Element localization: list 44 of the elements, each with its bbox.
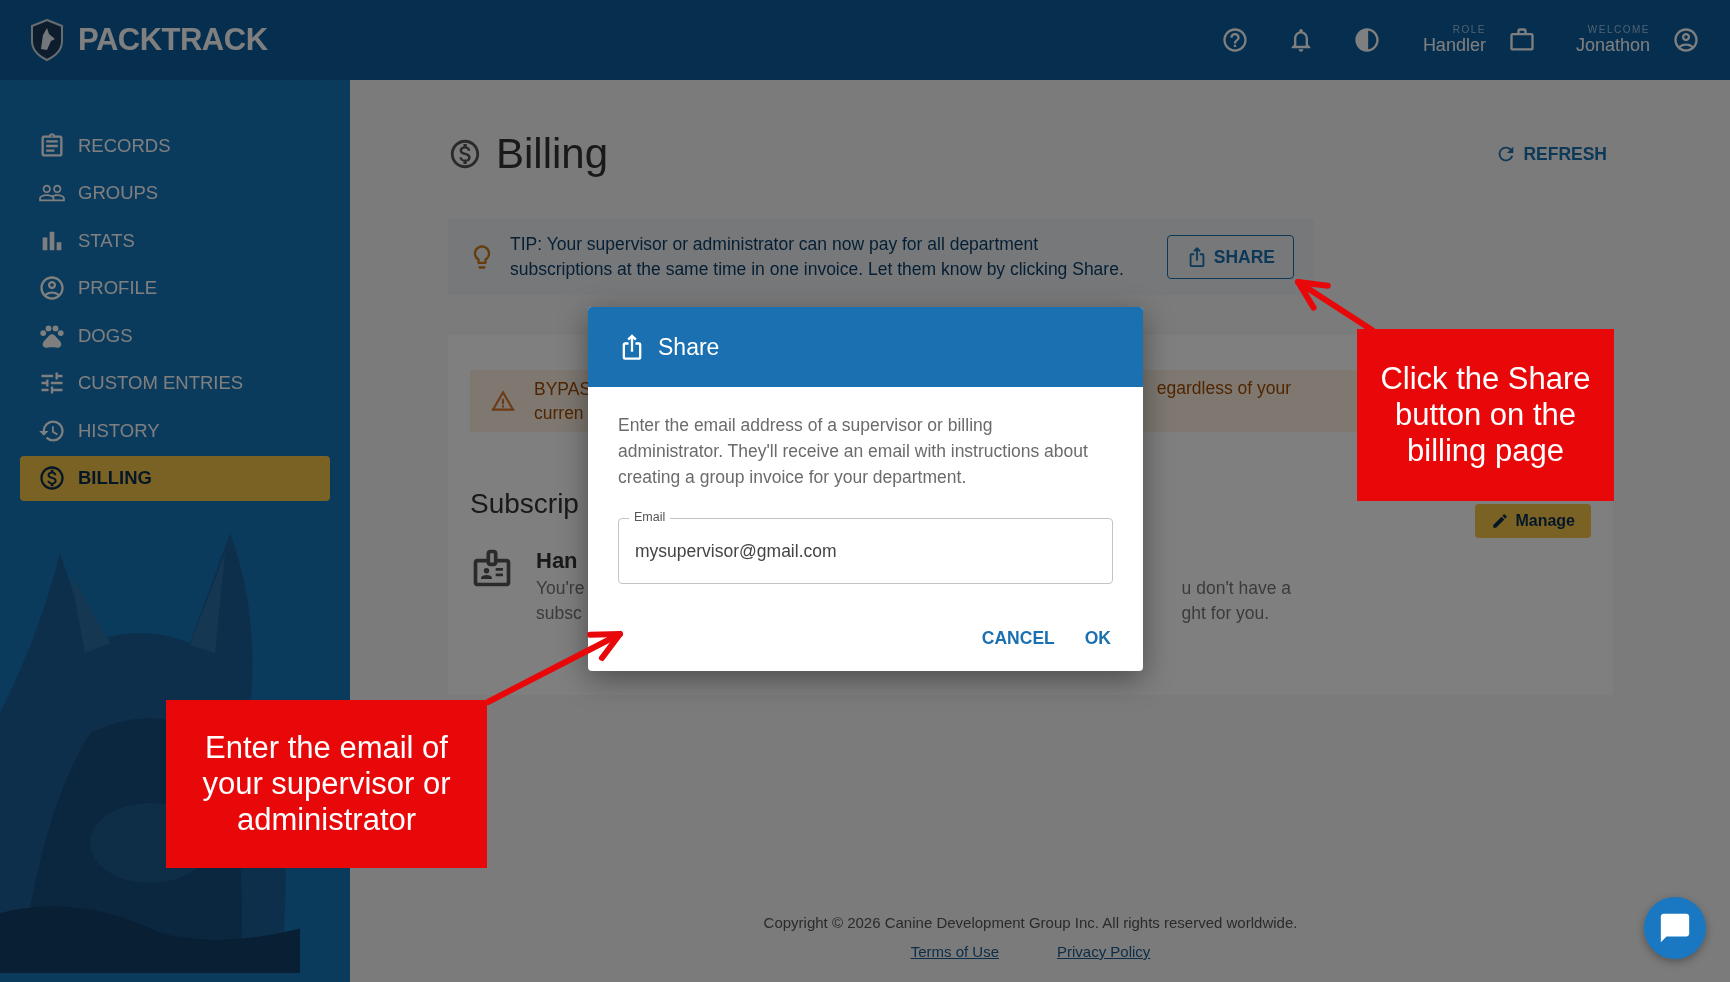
dialog-title: Share bbox=[658, 333, 720, 361]
briefcase-icon[interactable] bbox=[1507, 26, 1536, 54]
dialog-text: Enter the email address of a supervisor or billing administrator. They'll receive an email with instructions about creating a group invoice for your department. bbox=[618, 414, 1089, 489]
footer-link[interactable]: Terms of Use bbox=[910, 943, 999, 960]
welcome-label: WELCOME bbox=[1587, 24, 1650, 35]
sidebar-item[interactable]: PROFILE bbox=[20, 265, 330, 311]
contrast-icon[interactable] bbox=[1352, 26, 1381, 54]
callout-text: Enter the email of your supervisor or administrator bbox=[166, 700, 487, 868]
plan-text: subsc bbox=[536, 602, 583, 625]
sidebar-item[interactable]: CUSTOM ENTRIES bbox=[20, 360, 330, 406]
help-icon[interactable] bbox=[1220, 26, 1249, 54]
warning-text: BYPAS bbox=[534, 378, 592, 401]
dollar-icon bbox=[38, 464, 66, 492]
sidebar-item[interactable]: GROUPS bbox=[20, 170, 330, 216]
share-button[interactable]: SHARE bbox=[1166, 235, 1294, 279]
refresh-button[interactable]: REFRESH bbox=[1489, 142, 1613, 166]
footer-link[interactable]: Privacy Policy bbox=[1057, 943, 1151, 960]
tip-text: TIP: Your supervisor or administrator can now pay for all department subscriptions at the same time in one invoice. Let them know by clicking Share. bbox=[510, 233, 1125, 281]
sidebar-item[interactable]: BILLING bbox=[20, 455, 330, 501]
sidebar-item[interactable]: DOGS bbox=[20, 313, 330, 358]
role-label: ROLE bbox=[1452, 24, 1486, 35]
callout-text: Click the Share button on the billing page bbox=[1357, 329, 1614, 501]
brand-name: PACKTRACK bbox=[78, 22, 268, 58]
warning-icon bbox=[490, 388, 516, 414]
pencil-icon bbox=[1491, 512, 1510, 530]
user-name: Jonathon bbox=[1575, 35, 1650, 56]
shield-logo-icon bbox=[30, 19, 64, 61]
sidebar-item[interactable]: STATS bbox=[20, 218, 330, 263]
warning-text: egardless of your bbox=[1156, 377, 1291, 400]
dialog-button[interactable]: CANCEL bbox=[971, 622, 1065, 655]
copyright-text: Copyright © 2026 Canine Development Group Inc. All rights reserved worldwide. bbox=[763, 914, 1298, 931]
manage-button[interactable]: Manage bbox=[1475, 504, 1591, 538]
role-name: Handler bbox=[1422, 35, 1486, 56]
sidebar-item[interactable]: RECORDS bbox=[20, 123, 330, 168]
page-title: Billing bbox=[496, 130, 609, 178]
section-heading: Subscrip bbox=[470, 488, 579, 520]
sidebar-item[interactable]: HISTORY bbox=[20, 408, 330, 453]
plan-title: Han bbox=[536, 547, 579, 575]
plan-text: ght for you. bbox=[1181, 602, 1271, 625]
plan-text: You're bbox=[536, 577, 585, 600]
plan-text: u don't have a bbox=[1181, 577, 1291, 600]
dollar-icon bbox=[448, 137, 482, 171]
warning-text: curren bbox=[534, 402, 585, 425]
dialog-button[interactable]: OK bbox=[1074, 622, 1121, 655]
